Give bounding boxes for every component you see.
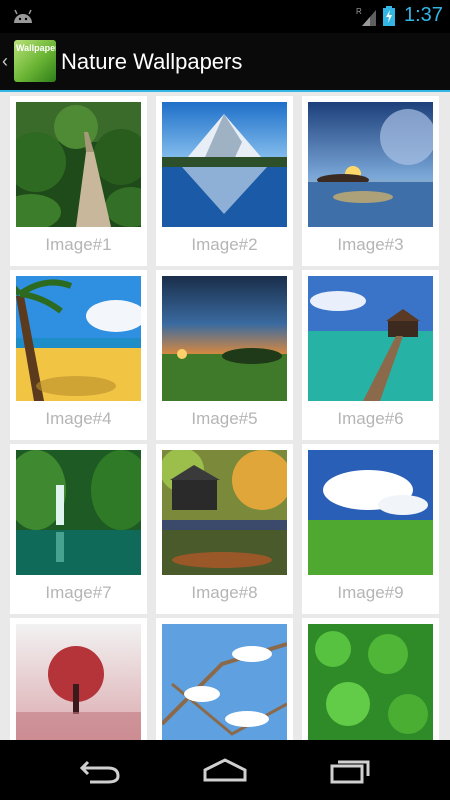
wallpaper-thumbnail[interactable]: [308, 624, 433, 740]
signal-icon: R: [356, 7, 376, 26]
wallpaper-thumbnail[interactable]: [16, 102, 141, 227]
page-title: Nature Wallpapers: [61, 49, 243, 74]
navigation-bar: [0, 740, 450, 800]
wallpaper-tile[interactable]: Image#3: [302, 96, 439, 266]
wallpaper-thumbnail[interactable]: [162, 450, 287, 575]
wallpaper-tile[interactable]: [302, 618, 439, 740]
wallpaper-tile[interactable]: Image#1: [10, 96, 147, 266]
wallpaper-caption: Image#7: [45, 583, 112, 602]
recent-apps-icon: [330, 760, 370, 784]
battery-charging-icon: [383, 6, 395, 26]
wallpaper-tile[interactable]: Image#2: [156, 96, 293, 266]
wallpaper-thumbnail[interactable]: [308, 450, 433, 575]
wallpaper-thumbnail[interactable]: [16, 276, 141, 401]
wallpaper-tile[interactable]: Image#6: [302, 270, 439, 440]
recent-apps-button[interactable]: [320, 752, 380, 788]
action-bar: ‹ Wallpapers Nature Wallpapers: [0, 33, 450, 90]
wallpaper-caption: Image#8: [191, 583, 258, 602]
wallpaper-thumbnail[interactable]: [162, 276, 287, 401]
wallpaper-caption: Image#4: [45, 409, 112, 428]
wallpaper-caption: Image#1: [45, 235, 112, 254]
up-chevron-icon[interactable]: ‹: [2, 51, 8, 72]
wallpaper-tile[interactable]: Image#5: [156, 270, 293, 440]
app-icon[interactable]: Wallpapers: [14, 40, 56, 82]
home-icon: [203, 758, 247, 782]
wallpaper-caption: Image#3: [337, 235, 404, 254]
wallpaper-tile[interactable]: Image#9: [302, 444, 439, 614]
wallpaper-thumbnail[interactable]: [162, 624, 287, 740]
back-icon: [79, 760, 120, 784]
roaming-indicator: R: [356, 7, 362, 16]
back-button[interactable]: [70, 752, 130, 788]
wallpaper-thumbnail[interactable]: [162, 102, 287, 227]
status-time: 1:37: [404, 4, 443, 26]
wallpaper-thumbnail[interactable]: [308, 276, 433, 401]
wallpaper-thumbnail[interactable]: [308, 102, 433, 227]
wallpaper-caption: Image#2: [191, 235, 258, 254]
wallpaper-caption: Image#9: [337, 583, 404, 602]
wallpaper-tile[interactable]: Image#7: [10, 444, 147, 614]
home-button[interactable]: [195, 752, 255, 788]
wallpaper-tile[interactable]: [156, 618, 293, 740]
wallpaper-caption: Image#5: [191, 409, 258, 428]
app-icon-label: Wallpapers: [16, 43, 56, 53]
wallpaper-thumbnail[interactable]: [16, 450, 141, 575]
wallpaper-tile[interactable]: Image#4: [10, 270, 147, 440]
wallpaper-tile[interactable]: Image#8: [156, 444, 293, 614]
wallpaper-thumbnail[interactable]: [16, 624, 141, 740]
android-notification-icon: [14, 9, 32, 23]
status-bar: R 1:37: [0, 0, 450, 33]
wallpaper-caption: Image#6: [337, 409, 404, 428]
wallpaper-grid[interactable]: Image#1 Image#2 Image#3 Image#4 Image#5 …: [0, 92, 450, 740]
wallpaper-tile[interactable]: [10, 618, 147, 740]
